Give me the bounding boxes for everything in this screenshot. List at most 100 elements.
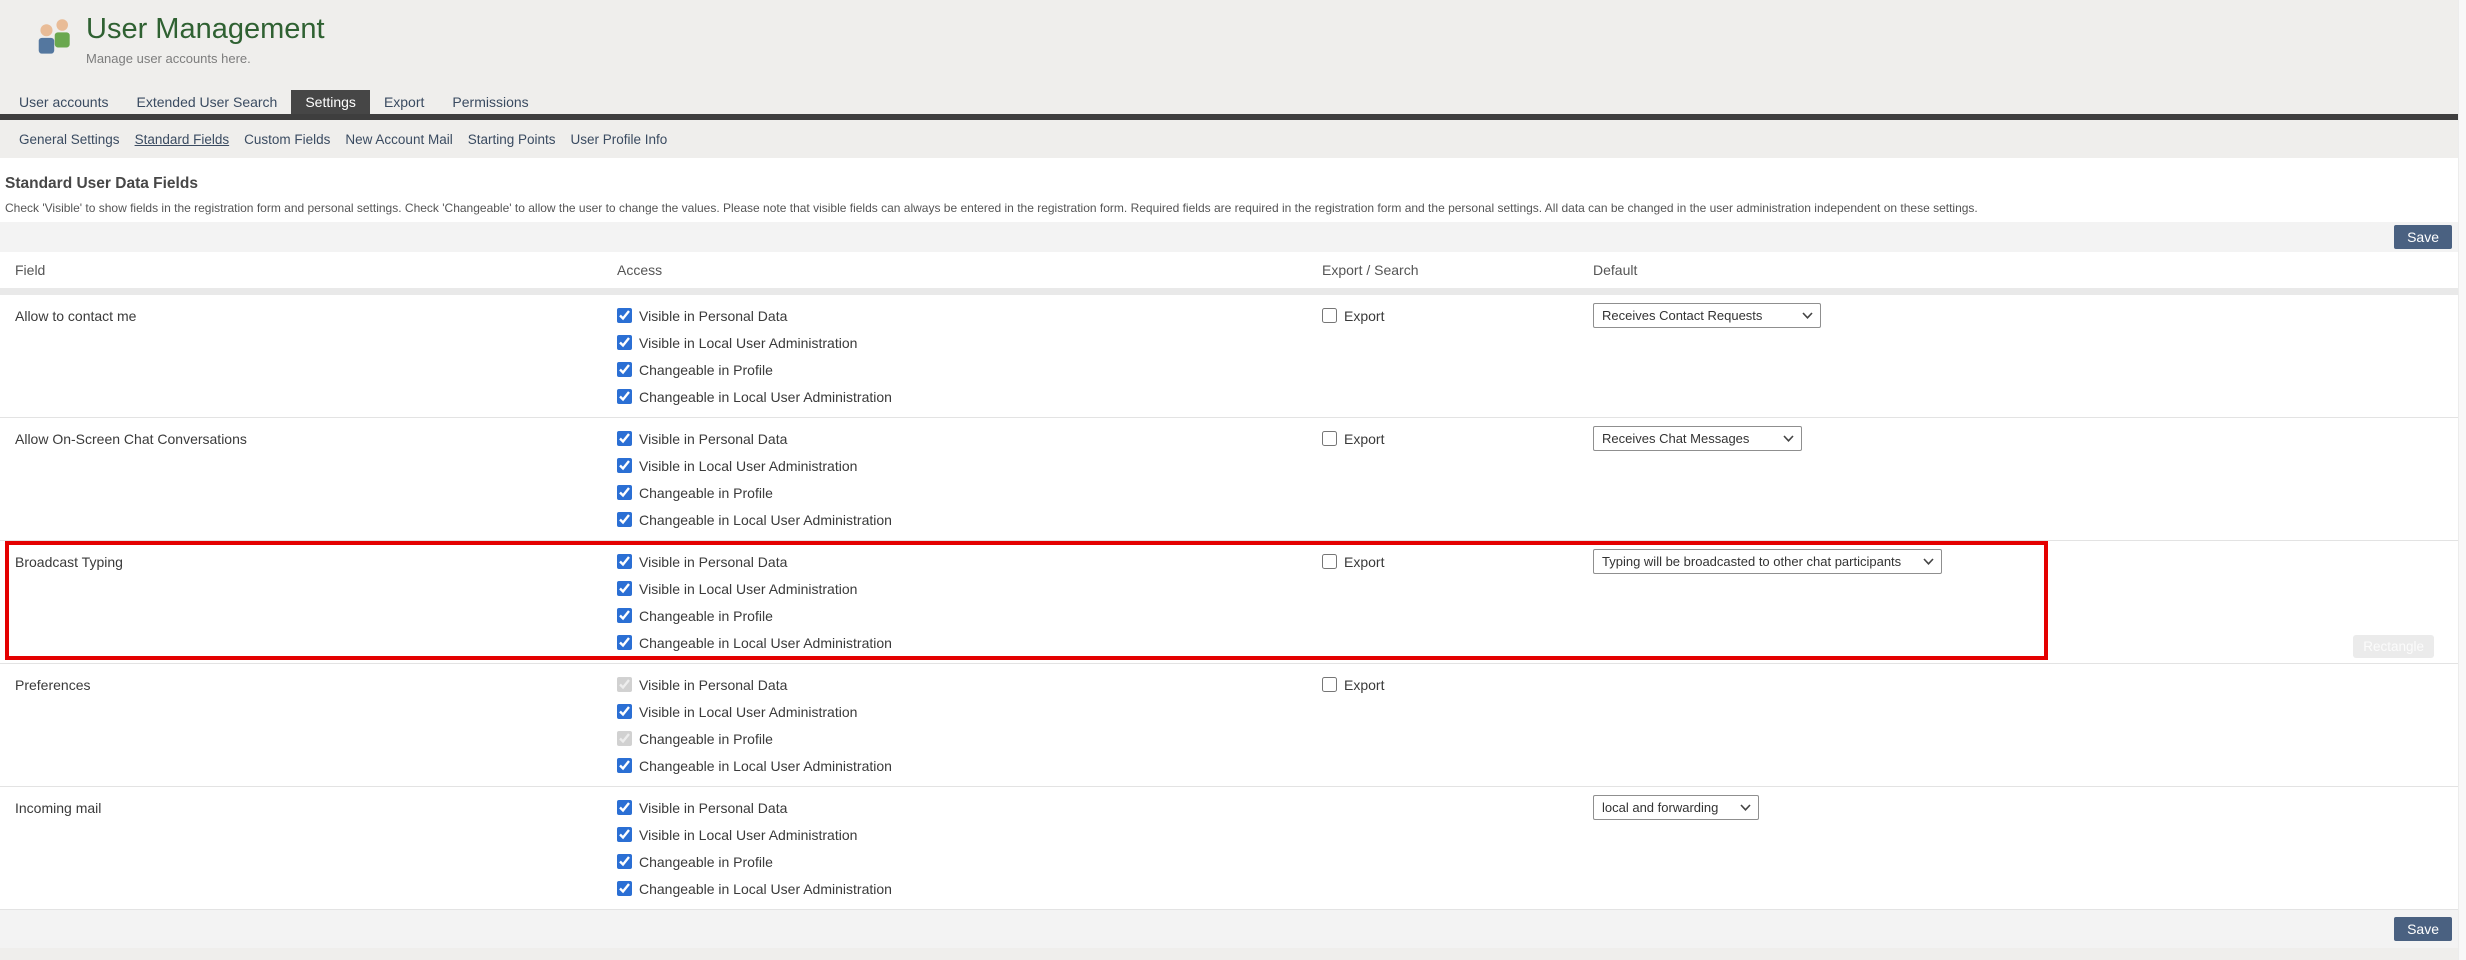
export-option: Export: [1322, 302, 1593, 329]
checkbox-visible-in-local-user-administration[interactable]: [617, 827, 632, 842]
access-option-visible-in-personal-data: Visible in Personal Data: [617, 548, 1322, 575]
checkbox-visible-in-personal-data[interactable]: [617, 554, 632, 569]
checkbox-label: Changeable in Local User Administration: [639, 635, 892, 651]
access-option-visible-in-local-user-administration: Visible in Local User Administration: [617, 329, 1322, 356]
checkbox-changeable-in-local-user-administration[interactable]: [617, 881, 632, 896]
subtab-new-account-mail[interactable]: New Account Mail: [345, 132, 452, 147]
checkbox-changeable-in-profile: [617, 731, 632, 746]
access-option-changeable-in-profile: Changeable in Profile: [617, 602, 1322, 629]
users-icon: [34, 16, 76, 60]
checkbox-label: Changeable in Local User Administration: [639, 758, 892, 774]
checkbox-label: Visible in Local User Administration: [639, 335, 857, 351]
checkbox-changeable-in-profile[interactable]: [617, 608, 632, 623]
table-row-allow-on-screen-chat-conversations: Allow On-Screen Chat Conversations Visibl…: [0, 418, 2458, 541]
checkbox-changeable-in-profile[interactable]: [617, 485, 632, 500]
page-header: User Management Manage user accounts her…: [0, 0, 2458, 90]
checkbox-visible-in-personal-data[interactable]: [617, 308, 632, 323]
field-label: Allow On-Screen Chat Conversations: [15, 431, 247, 447]
checkbox-label: Changeable in Profile: [639, 362, 773, 378]
checkbox-label: Visible in Local User Administration: [639, 827, 857, 843]
access-option-visible-in-personal-data: Visible in Personal Data: [617, 425, 1322, 452]
export-label: Export: [1344, 677, 1384, 693]
tab-user-accounts[interactable]: User accounts: [5, 90, 122, 114]
main-tabbar: User accountsExtended User SearchSetting…: [0, 90, 2458, 114]
checkbox-visible-in-personal-data[interactable]: [617, 431, 632, 446]
column-header-access: Access: [617, 262, 1322, 278]
checkbox-visible-in-local-user-administration[interactable]: [617, 335, 632, 350]
tab-permissions[interactable]: Permissions: [438, 90, 542, 114]
checkbox-label: Visible in Personal Data: [639, 554, 787, 570]
page-title: User Management: [86, 14, 325, 46]
checkbox-changeable-in-local-user-administration[interactable]: [617, 758, 632, 773]
tab-settings[interactable]: Settings: [291, 90, 370, 114]
page-subtitle: Manage user accounts here.: [86, 51, 325, 66]
field-label: Allow to contact me: [15, 308, 136, 324]
table-row-preferences: PreferencesVisible in Personal DataVisib…: [0, 664, 2458, 787]
tab-export[interactable]: Export: [370, 90, 438, 114]
checkbox-label: Changeable in Local User Administration: [639, 389, 892, 405]
checkbox-visible-in-local-user-administration[interactable]: [617, 704, 632, 719]
checkbox-label: Visible in Personal Data: [639, 677, 787, 693]
top-toolbar: Save: [0, 222, 2458, 252]
checkbox-label: Changeable in Profile: [639, 608, 773, 624]
access-option-visible-in-local-user-administration: Visible in Local User Administration: [617, 821, 1322, 848]
export-checkbox[interactable]: [1322, 677, 1337, 692]
table-row-allow-to-contact-me: Allow to contact me Visible in Personal D…: [0, 295, 2458, 418]
export-checkbox[interactable]: [1322, 308, 1337, 323]
rectangle-ghost-button: Rectangle: [2353, 635, 2434, 658]
checkbox-changeable-in-local-user-administration[interactable]: [617, 512, 632, 527]
bottom-toolbar: Save: [0, 910, 2458, 948]
checkbox-changeable-in-local-user-administration[interactable]: [617, 635, 632, 650]
checkbox-label: Visible in Personal Data: [639, 431, 787, 447]
access-option-changeable-in-local-user-administration: Changeable in Local User Administration: [617, 383, 1322, 410]
subtab-general-settings[interactable]: General Settings: [19, 132, 120, 147]
checkbox-changeable-in-local-user-administration[interactable]: [617, 389, 632, 404]
access-option-visible-in-personal-data: Visible in Personal Data: [617, 671, 1322, 698]
export-option: Export: [1322, 671, 1593, 698]
checkbox-label: Changeable in Profile: [639, 854, 773, 870]
export-label: Export: [1344, 431, 1384, 447]
checkbox-label: Changeable in Profile: [639, 731, 773, 747]
default-select-incoming-mail[interactable]: local and forwarding: [1593, 795, 1759, 820]
subtab-starting-points[interactable]: Starting Points: [468, 132, 556, 147]
column-header-export-search: Export / Search: [1322, 262, 1593, 278]
table-body: Allow to contact me Visible in Personal D…: [0, 295, 2458, 910]
access-option-changeable-in-local-user-administration: Changeable in Local User Administration: [617, 629, 1322, 656]
save-button-top[interactable]: Save: [2394, 225, 2452, 249]
settings-subtabbar: General Settings Standard Fields Custom Fi…: [0, 120, 2458, 158]
section-title: Standard User Data Fields: [5, 175, 2458, 193]
access-option-visible-in-personal-data: Visible in Personal Data: [617, 794, 1322, 821]
checkbox-changeable-in-profile[interactable]: [617, 854, 632, 869]
export-checkbox[interactable]: [1322, 431, 1337, 446]
content-area: Standard User Data Fields Check 'Visible…: [0, 158, 2458, 948]
checkbox-label: Changeable in Profile: [639, 485, 773, 501]
field-label: Preferences: [15, 677, 90, 693]
default-select-allow-on-screen-chat-conversations[interactable]: Receives Chat Messages: [1593, 426, 1802, 451]
table-row-incoming-mail: Incoming mail Visible in Personal Data Vis…: [0, 787, 2458, 910]
tab-extended-user-search[interactable]: Extended User Search: [122, 90, 291, 114]
checkbox-label: Visible in Personal Data: [639, 308, 787, 324]
access-option-changeable-in-profile: Changeable in Profile: [617, 848, 1322, 875]
checkbox-changeable-in-profile[interactable]: [617, 362, 632, 377]
checkbox-label: Visible in Local User Administration: [639, 581, 857, 597]
checkbox-visible-in-personal-data[interactable]: [617, 800, 632, 815]
subtab-standard-fields[interactable]: Standard Fields: [135, 132, 230, 147]
export-checkbox[interactable]: [1322, 554, 1337, 569]
section-description: Check 'Visible' to show fields in the re…: [5, 201, 2458, 215]
user-management-page: User Management Manage user accounts her…: [0, 0, 2458, 948]
access-option-changeable-in-local-user-administration: Changeable in Local User Administration: [617, 752, 1322, 779]
default-select-broadcast-typing[interactable]: Typing will be broadcasted to other chat…: [1593, 549, 1942, 574]
field-label: Broadcast Typing: [15, 554, 123, 570]
subtab-custom-fields[interactable]: Custom Fields: [244, 132, 330, 147]
field-label: Incoming mail: [15, 800, 101, 816]
save-button-bottom[interactable]: Save: [2394, 917, 2452, 941]
checkbox-label: Visible in Personal Data: [639, 800, 787, 816]
default-select-allow-to-contact-me[interactable]: Receives Contact Requests: [1593, 303, 1821, 328]
subtab-user-profile-info[interactable]: User Profile Info: [571, 132, 668, 147]
checkbox-visible-in-local-user-administration[interactable]: [617, 458, 632, 473]
checkbox-visible-in-local-user-administration[interactable]: [617, 581, 632, 596]
export-option: Export: [1322, 548, 1593, 575]
access-option-changeable-in-local-user-administration: Changeable in Local User Administration: [617, 506, 1322, 533]
vertical-scrollbar[interactable]: [2458, 0, 2466, 960]
column-header-field: Field: [15, 262, 617, 278]
